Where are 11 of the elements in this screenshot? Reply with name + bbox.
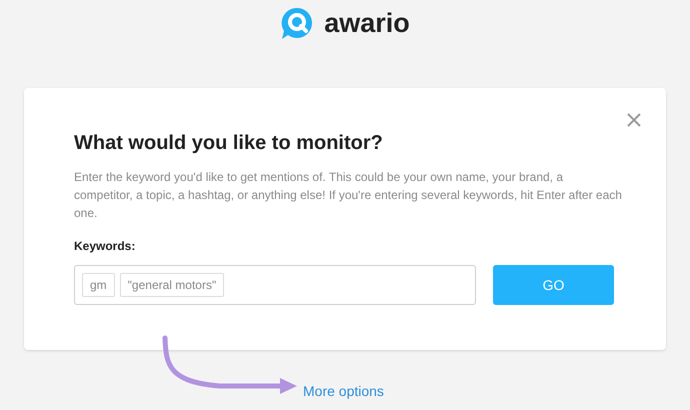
dialog-description: Enter the keyword you'd like to get mentions of. This could be your own name, your brand, a competitor, a topic, a hashtag, or anything else! If you're entering several keywords, hit Enter after each one.	[74, 169, 623, 222]
dialog-title: What would you like to monitor?	[74, 131, 384, 156]
more-options-link[interactable]: More options	[303, 381, 384, 402]
keywords-label: Keywords:	[74, 238, 136, 255]
go-button[interactable]: GO	[493, 265, 614, 305]
close-icon[interactable]	[626, 112, 642, 128]
keywords-input-field[interactable]: gm "general motors"	[74, 265, 476, 305]
logo-wordmark: awario	[324, 10, 410, 36]
keyword-tag[interactable]: "general motors"	[120, 273, 224, 297]
keyword-tag[interactable]: gm	[82, 273, 115, 297]
logo-icon	[280, 6, 314, 40]
